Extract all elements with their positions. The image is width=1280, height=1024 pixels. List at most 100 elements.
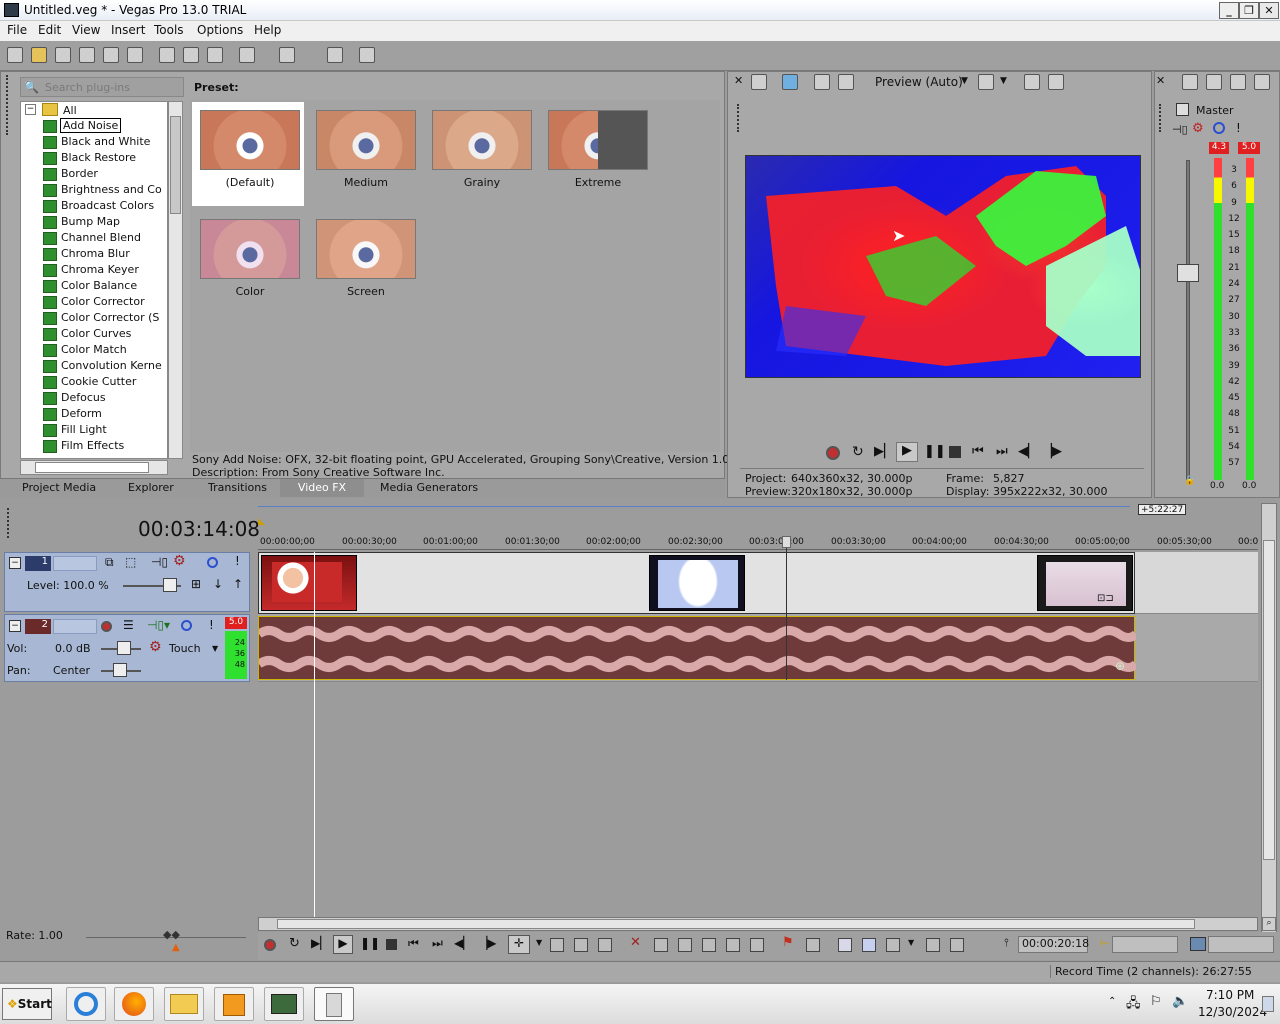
split-icon[interactable] <box>726 938 740 952</box>
tree-item[interactable]: Color Corrector (S <box>43 311 159 327</box>
solo-icon[interactable]: ! <box>1236 121 1241 135</box>
tree-item[interactable]: Chroma Blur <box>43 247 130 263</box>
meter-options-icon[interactable] <box>1254 74 1270 90</box>
firefox-icon[interactable] <box>114 987 154 1021</box>
video-preview-frame[interactable]: ➤ <box>745 155 1141 378</box>
show-desktop-icon[interactable] <box>1262 996 1274 1012</box>
external-monitor-icon[interactable] <box>782 74 798 90</box>
menu-edit[interactable]: Edit <box>38 23 61 37</box>
chevron-down-icon[interactable]: ▼ <box>536 938 542 947</box>
normal-edit-tool-icon[interactable]: ✛ <box>508 935 530 954</box>
tree-item[interactable]: Deform <box>43 407 102 423</box>
tree-item[interactable]: Chroma Keyer <box>43 263 139 279</box>
tree-item[interactable]: Color Curves <box>43 327 131 343</box>
chevron-down-icon[interactable]: ▼ <box>908 938 914 947</box>
tree-item[interactable]: Bump Map <box>43 215 120 231</box>
mute-icon[interactable] <box>207 557 218 568</box>
open-folder-icon[interactable] <box>31 47 47 63</box>
cursor-time-field[interactable]: 00:00:20:18 <box>1018 936 1089 953</box>
tree-item[interactable]: Channel Blend <box>43 231 141 247</box>
render-icon[interactable] <box>103 47 119 63</box>
gear-icon[interactable]: ⚙ <box>1192 121 1204 136</box>
preset-screen[interactable]: Screen <box>308 211 420 315</box>
event-fx-icon[interactable]: ⊕ <box>1115 659 1125 673</box>
insert-region-icon[interactable] <box>806 938 820 952</box>
tree-item[interactable]: Border <box>43 167 98 183</box>
auto-ripple-icon[interactable] <box>838 938 852 952</box>
file-explorer-icon[interactable] <box>164 987 204 1021</box>
tree-horizontal-scrollbar[interactable] <box>20 460 168 475</box>
loop-icon[interactable]: ↻ <box>289 936 300 951</box>
expand-keyframes-icon[interactable]: ⊞ <box>191 577 201 591</box>
envelope-tool-icon[interactable] <box>550 938 564 952</box>
scroll-thumb[interactable] <box>170 116 181 214</box>
tree-item[interactable]: Cookie Cutter <box>43 375 136 391</box>
stop-icon[interactable] <box>386 939 397 950</box>
mute-icon[interactable] <box>1213 122 1225 134</box>
tree-item[interactable]: Convolution Kerne <box>43 359 162 375</box>
track-motion-icon[interactable]: ⬚ <box>125 555 136 569</box>
tree-item[interactable]: Broadcast Colors <box>43 199 154 215</box>
preset-medium[interactable]: Medium <box>308 102 420 206</box>
whats-this-help-icon[interactable] <box>359 47 375 63</box>
mute-icon[interactable] <box>181 620 192 631</box>
lock-envelopes-icon[interactable] <box>862 938 876 952</box>
chevron-down-icon[interactable]: ▼ <box>212 644 218 653</box>
go-to-start-icon[interactable]: ⏮ <box>408 936 419 951</box>
lock-icon[interactable]: 🔒 <box>1184 476 1195 486</box>
tab-transitions[interactable]: Transitions <box>208 481 267 494</box>
dock-grip[interactable] <box>1159 104 1165 132</box>
preview-properties-icon[interactable] <box>751 74 767 90</box>
show-hidden-icons-icon[interactable]: ⌃ <box>1108 996 1116 1007</box>
level-slider-thumb[interactable] <box>163 578 177 592</box>
play-icon[interactable]: ▶ <box>896 442 918 462</box>
previous-frame-icon[interactable]: ◀▏ <box>1018 444 1038 459</box>
go-to-end-icon[interactable]: ⏭ <box>432 936 443 951</box>
undo-icon[interactable] <box>239 47 255 63</box>
insert-marker-icon[interactable]: ⚑ <box>782 935 794 950</box>
tree-item[interactable]: Color Balance <box>43 279 137 295</box>
menu-options[interactable]: Options <box>197 23 243 37</box>
tab-project-media[interactable]: Project Media <box>22 481 96 494</box>
render-as-icon[interactable] <box>327 47 343 63</box>
region-length-field[interactable] <box>1208 936 1274 953</box>
compositing-mode-icon[interactable]: ⧉ <box>105 555 114 570</box>
trim-icon[interactable] <box>654 938 668 952</box>
zoom-tool-icon[interactable] <box>598 938 612 952</box>
clock-date[interactable]: 12/30/2024 <box>1198 1005 1267 1019</box>
paste-icon[interactable] <box>207 47 223 63</box>
solo-icon[interactable]: ! <box>235 554 240 568</box>
close-icon[interactable]: ✕ <box>1259 2 1279 19</box>
tree-item[interactable]: Black and White <box>43 135 150 151</box>
vegas-app-icon[interactable] <box>4 3 19 17</box>
master-fader-track[interactable] <box>1186 160 1190 480</box>
lock-event-icon[interactable] <box>750 938 764 952</box>
zoom-icon[interactable]: ⌕ <box>1262 917 1276 931</box>
action-center-flag-icon[interactable]: ⚐ <box>1150 994 1162 1009</box>
tree-item[interactable]: Brightness and Co <box>43 183 162 199</box>
track-name-field[interactable] <box>53 619 97 634</box>
split-screen-icon[interactable] <box>814 74 830 90</box>
preset-extreme[interactable]: Extreme <box>540 102 652 206</box>
close-panel-icon[interactable]: ✕ <box>1156 74 1165 87</box>
tree-vertical-scrollbar[interactable] <box>168 101 183 459</box>
pan-slider-thumb[interactable] <box>113 663 127 677</box>
tab-media-generators[interactable]: Media Generators <box>380 481 478 494</box>
playhead[interactable] <box>786 536 787 680</box>
minimize-track-icon[interactable]: − <box>9 620 21 632</box>
fx-chain-icon[interactable]: ⊣▯ <box>151 555 168 569</box>
timeline-vertical-scrollbar[interactable] <box>1261 503 1277 933</box>
video-event[interactable]: ⊡⊐ <box>258 552 1135 614</box>
play-from-start-icon[interactable]: ▶▏ <box>311 936 329 950</box>
previous-frame-icon[interactable]: ◀▏ <box>454 936 472 950</box>
fx-chain-icon[interactable]: ⊣▯ <box>1172 123 1188 136</box>
video-track-header[interactable]: − 1 ⧉ ⬚ ⊣▯ ⚙ ! Level: 100.0 % ⊞ ↓ ↑ <box>4 552 250 612</box>
copy-snapshot-icon[interactable] <box>1024 74 1040 90</box>
internet-explorer-icon[interactable] <box>66 987 106 1021</box>
loop-icon[interactable]: ↻ <box>852 444 864 460</box>
scroll-thumb[interactable] <box>277 919 1195 929</box>
scroll-thumb[interactable] <box>35 462 149 473</box>
close-panel-icon[interactable]: ✕ <box>734 74 743 87</box>
pause-icon[interactable]: ❚❚ <box>924 444 946 459</box>
preset-color[interactable]: Color <box>192 211 304 315</box>
